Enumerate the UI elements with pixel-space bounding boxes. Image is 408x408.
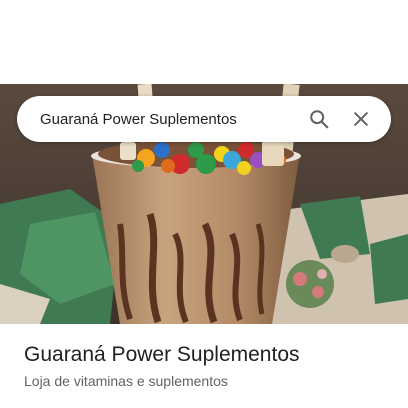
place-info-panel: Guaraná Power Suplementos Loja de vitami…	[0, 324, 408, 408]
top-blank-area	[0, 0, 408, 84]
search-icon[interactable]	[303, 103, 335, 135]
place-name[interactable]: Guaraná Power Suplementos	[24, 342, 408, 368]
place-category: Loja de vitaminas e suplementos	[24, 373, 228, 389]
search-input[interactable]	[40, 110, 293, 128]
search-bar[interactable]	[17, 96, 391, 142]
close-icon[interactable]	[345, 103, 377, 135]
